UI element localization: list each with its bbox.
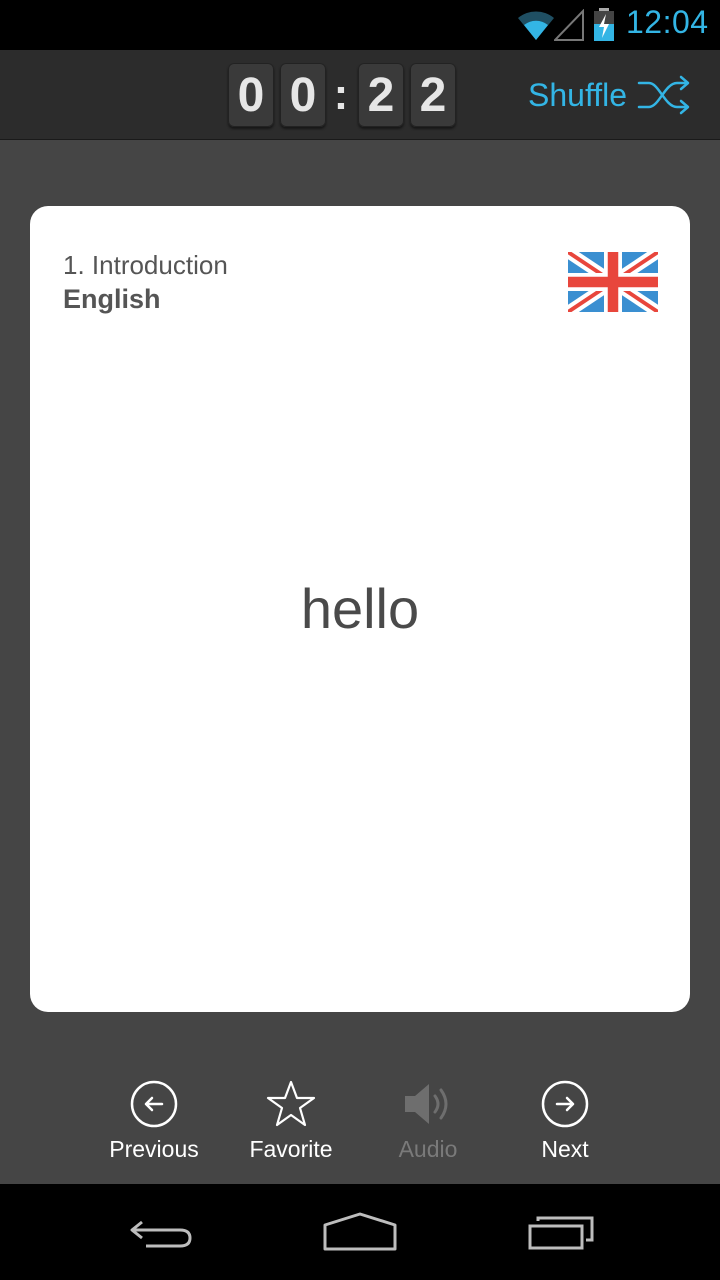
favorite-label: Favorite <box>249 1136 333 1162</box>
timer-digit: 2 <box>410 63 456 127</box>
arrow-left-circle-icon <box>130 1080 178 1128</box>
recents-icon <box>528 1216 594 1250</box>
timer-separator: : <box>333 70 349 119</box>
main-area: 1. Introduction English hello Previous F… <box>0 140 720 1184</box>
timer-digit: 2 <box>358 63 404 127</box>
shuffle-label: Shuffle <box>528 76 628 113</box>
audio-label: Audio <box>398 1136 458 1162</box>
previous-label: Previous <box>109 1136 199 1162</box>
star-outline-icon <box>266 1080 316 1127</box>
shuffle-icon <box>637 75 690 115</box>
next-label: Next <box>541 1136 589 1162</box>
signal-icon <box>554 9 584 41</box>
battery-charging-icon <box>594 8 614 41</box>
previous-button[interactable]: Previous <box>84 1076 224 1163</box>
lesson-title: 1. Introduction <box>63 250 228 280</box>
speaker-icon <box>405 1084 448 1124</box>
uk-flag-icon <box>568 252 658 312</box>
status-bar: 12:04 <box>0 0 720 50</box>
back-button[interactable] <box>110 1204 210 1260</box>
arrow-right-circle-icon <box>541 1080 589 1128</box>
card-word: hello <box>300 577 420 640</box>
action-bar: Previous Favorite Audio Next <box>0 1070 720 1180</box>
status-clock: 12:04 <box>626 4 709 40</box>
timer-digit: 0 <box>228 63 274 127</box>
system-nav-bar <box>0 1184 720 1280</box>
top-bar: 0 0 : 2 2 Shuffle <box>0 50 720 140</box>
recents-button[interactable] <box>512 1204 612 1260</box>
elapsed-timer: 0 0 : 2 2 <box>228 62 462 128</box>
next-button[interactable]: Next <box>495 1076 635 1163</box>
audio-button[interactable]: Audio <box>358 1076 498 1163</box>
home-icon <box>323 1212 397 1251</box>
shuffle-button[interactable]: Shuffle <box>528 72 693 118</box>
wifi-icon <box>518 11 554 40</box>
flashcard[interactable]: 1. Introduction English hello <box>30 206 690 1012</box>
timer-digit: 0 <box>280 63 326 127</box>
home-button[interactable] <box>310 1204 410 1260</box>
back-icon <box>130 1220 192 1248</box>
card-language: English <box>63 284 161 314</box>
favorite-button[interactable]: Favorite <box>221 1076 361 1163</box>
